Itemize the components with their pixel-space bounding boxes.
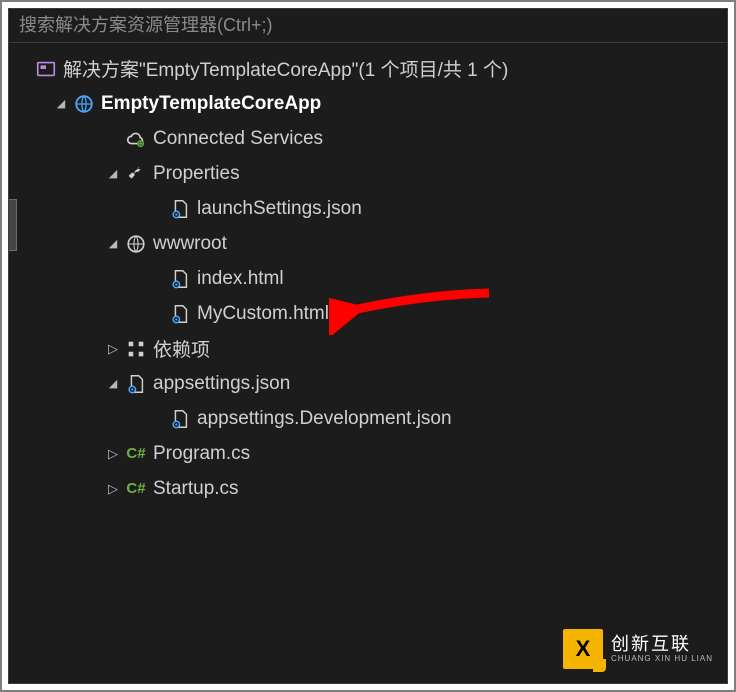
search-input[interactable] <box>19 15 717 36</box>
solution-tree: 解决方案"EmptyTemplateCoreApp"(1 个项目/共 1 个) … <box>9 43 727 514</box>
watermark-en: CHUANG XIN HU LIAN <box>611 655 713 664</box>
expand-arrow-icon[interactable] <box>105 377 121 390</box>
tree-node-startup-cs[interactable]: C# Startup.cs <box>9 471 727 506</box>
watermark-logo-icon: X <box>563 629 603 669</box>
node-label: MyCustom.html <box>195 303 329 325</box>
csharp-file-icon: C# <box>121 445 151 462</box>
solution-icon <box>31 58 61 80</box>
expand-arrow-icon[interactable] <box>53 97 69 110</box>
search-row <box>9 9 727 43</box>
project-icon <box>69 93 99 115</box>
expand-arrow-icon[interactable] <box>105 481 121 497</box>
dependencies-icon <box>121 338 151 360</box>
dock-handle[interactable] <box>8 199 17 251</box>
wrench-icon <box>121 163 151 185</box>
node-label: Program.cs <box>151 443 250 465</box>
csharp-file-icon: C# <box>121 480 151 497</box>
tree-node-index-html[interactable]: index.html <box>9 261 727 296</box>
html-file-icon <box>165 268 195 290</box>
node-label: appsettings.Development.json <box>195 408 452 430</box>
watermark: X 创新互联 CHUANG XIN HU LIAN <box>563 629 713 669</box>
json-file-icon <box>165 408 195 430</box>
node-label: Properties <box>151 163 240 185</box>
expand-arrow-icon[interactable] <box>105 446 121 462</box>
watermark-cn: 创新互联 <box>611 635 713 653</box>
node-label: wwwroot <box>151 233 227 255</box>
globe-icon <box>121 233 151 255</box>
tree-node-connected-services[interactable]: Connected Services <box>9 121 727 156</box>
json-file-icon <box>165 198 195 220</box>
node-label: launchSettings.json <box>195 198 362 220</box>
node-label: Startup.cs <box>151 478 239 500</box>
node-label: index.html <box>195 268 284 290</box>
tree-node-wwwroot[interactable]: wwwroot <box>9 226 727 261</box>
expand-arrow-icon[interactable] <box>105 237 121 250</box>
json-file-icon <box>121 373 151 395</box>
solution-node[interactable]: 解决方案"EmptyTemplateCoreApp"(1 个项目/共 1 个) <box>9 51 727 86</box>
expand-arrow-icon[interactable] <box>105 167 121 180</box>
solution-explorer-panel: 解决方案"EmptyTemplateCoreApp"(1 个项目/共 1 个) … <box>8 8 728 684</box>
tree-node-appsettings[interactable]: appsettings.json <box>9 366 727 401</box>
expand-arrow-icon[interactable] <box>105 341 121 357</box>
tree-node-properties[interactable]: Properties <box>9 156 727 191</box>
node-label: appsettings.json <box>151 373 290 395</box>
tree-node-dependencies[interactable]: 依赖项 <box>9 331 727 366</box>
tree-node-mycustom-html[interactable]: MyCustom.html <box>9 296 727 331</box>
node-label: 依赖项 <box>151 335 210 362</box>
html-file-icon <box>165 303 195 325</box>
solution-label: 解决方案"EmptyTemplateCoreApp"(1 个项目/共 1 个) <box>61 55 508 82</box>
tree-node-program-cs[interactable]: C# Program.cs <box>9 436 727 471</box>
tree-node-launchsettings[interactable]: launchSettings.json <box>9 191 727 226</box>
cloud-icon <box>121 128 151 150</box>
project-node[interactable]: EmptyTemplateCoreApp <box>9 86 727 121</box>
project-label: EmptyTemplateCoreApp <box>99 93 321 115</box>
tree-node-appsettings-dev[interactable]: appsettings.Development.json <box>9 401 727 436</box>
node-label: Connected Services <box>151 128 323 150</box>
